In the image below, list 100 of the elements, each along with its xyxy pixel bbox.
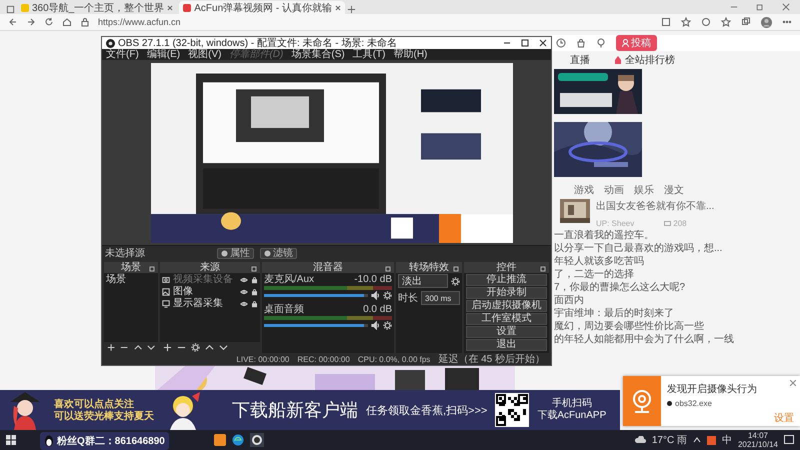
download-headline: 下载船新客户端 <box>232 399 358 422</box>
add-icon[interactable] <box>163 343 172 352</box>
article-link[interactable]: 了，二选一的选择 <box>554 269 796 280</box>
volume-slider[interactable] <box>264 324 368 327</box>
browser-tab[interactable]: 360导航_一个主页，整个世界 <box>17 1 178 14</box>
window-title: OBS 27.1.1 (32-bit, windows) - 配置文件: 未命名 - 场景: 未命名 <box>118 36 397 49</box>
uploader-name: UP: Sheev <box>596 219 634 228</box>
nav-link[interactable]: 全站排行榜 <box>625 53 675 67</box>
menu-item[interactable]: 场景集合(S) <box>291 49 345 60</box>
source-type-icon[interactable] <box>162 288 170 296</box>
dock-header: 转场特效 <box>396 262 462 273</box>
scene-item[interactable]: 场景 <box>106 274 156 285</box>
chevron-up-icon[interactable] <box>692 437 701 443</box>
undock-icon[interactable] <box>540 266 546 272</box>
forward-icon[interactable] <box>26 17 36 27</box>
speaker-icon[interactable] <box>371 291 380 300</box>
restore-icon[interactable] <box>756 3 764 11</box>
home-icon[interactable] <box>62 17 72 27</box>
profile-avatar[interactable] <box>761 16 772 28</box>
article-link[interactable]: 面西内 <box>554 295 796 306</box>
undock-icon[interactable] <box>149 266 155 272</box>
filters-button[interactable]: 滤镜 <box>260 248 297 258</box>
weather-label[interactable]: 17°C 雨 <box>652 433 687 447</box>
category-tab[interactable]: 动画 <box>604 183 624 197</box>
visibility-icon[interactable] <box>240 288 248 296</box>
source-type-icon[interactable] <box>162 300 170 308</box>
settings-icon[interactable] <box>383 321 392 330</box>
status-text: 延迟（在 45 秒后开始） <box>438 352 545 366</box>
bag-icon[interactable] <box>576 38 586 48</box>
windows-icon[interactable] <box>6 435 16 445</box>
control-button[interactable]: 启动虚拟摄像机 <box>466 300 547 312</box>
add-icon[interactable] <box>107 343 116 352</box>
menu-item[interactable]: 帮助(H) <box>393 49 428 60</box>
notification-title: 发现开启摄像头行为 <box>667 382 758 396</box>
category-tab[interactable]: 娱乐 <box>634 183 654 197</box>
address-field[interactable]: https://www.acfun.cn <box>98 17 181 27</box>
new-tab-icon[interactable] <box>347 5 356 14</box>
collections-icon[interactable] <box>741 17 751 27</box>
settings-icon[interactable] <box>383 291 392 300</box>
category-tab[interactable]: 漫文 <box>664 183 684 197</box>
volume-slider[interactable] <box>264 294 368 297</box>
taskbar-clock[interactable]: 14:07 2021/10/14 <box>738 431 778 449</box>
dock-header: 混音器 <box>262 262 394 273</box>
lock-icon[interactable] <box>80 17 90 27</box>
scan-caption: 手机扫码 <box>552 398 592 410</box>
maximize-icon[interactable] <box>521 39 529 47</box>
close-icon[interactable] <box>539 39 547 47</box>
site-icon <box>21 4 29 12</box>
menu-item[interactable]: 编辑(E) <box>146 49 180 60</box>
speaker-icon[interactable] <box>371 321 380 330</box>
tray-app-icon[interactable] <box>706 436 716 444</box>
menu-item[interactable]: 文件(F) <box>106 49 139 60</box>
user-icon <box>622 39 629 47</box>
transition-select[interactable]: 淡出 <box>398 274 448 288</box>
close-icon[interactable] <box>335 4 342 10</box>
channel-name: 桌面音频 <box>264 304 304 315</box>
properties-button[interactable]: 属性 <box>217 248 254 258</box>
source-item[interactable]: 显示器采集 <box>173 298 237 309</box>
filter-icon <box>264 250 271 256</box>
lock-icon[interactable] <box>251 276 258 284</box>
move-down-icon[interactable] <box>219 343 228 352</box>
menu-item[interactable]: 视图(V) <box>188 49 222 60</box>
favorite-icon[interactable] <box>681 17 691 27</box>
browser-tab[interactable]: AcFun弹幕视频网 - 认真你就输 <box>179 1 346 14</box>
favorites-icon[interactable] <box>721 17 731 27</box>
menu-item[interactable]: 工具(T) <box>352 49 386 60</box>
task-caption: 任务领取金香蕉,扫码>>> <box>366 404 488 418</box>
input-method-indicator[interactable]: 中 <box>722 433 732 447</box>
obs-icon[interactable] <box>250 433 264 447</box>
comment-count: 208 <box>673 219 687 228</box>
upload-button[interactable]: 投稿 <box>616 35 657 51</box>
history-icon[interactable] <box>556 38 566 48</box>
article-title[interactable]: 出国女友爸爸就有你不靠... <box>596 199 714 213</box>
control-button[interactable]: 工作室模式 <box>466 313 547 325</box>
move-up-icon[interactable] <box>134 343 142 352</box>
pin-icon[interactable] <box>596 38 606 48</box>
visibility-icon[interactable] <box>240 276 248 284</box>
duration-field[interactable]: 300 ms <box>421 291 460 305</box>
lock-icon[interactable] <box>251 300 258 308</box>
control-button[interactable]: 退出 <box>466 339 547 351</box>
move-down-icon[interactable] <box>146 343 155 352</box>
control-button[interactable]: 停止推流 <box>466 274 547 286</box>
undock-icon[interactable] <box>453 266 459 272</box>
category-tab[interactable]: 游戏 <box>574 183 594 197</box>
lock-icon[interactable] <box>251 288 258 296</box>
control-button[interactable]: 开始录制 <box>466 287 547 299</box>
control-button[interactable]: 设置 <box>466 326 547 338</box>
visibility-icon[interactable] <box>240 300 248 308</box>
reload-icon[interactable] <box>44 17 54 27</box>
move-up-icon[interactable] <box>205 343 214 352</box>
settings-icon[interactable] <box>191 343 200 352</box>
comment-icon <box>664 220 672 226</box>
undock-icon[interactable] <box>385 266 391 272</box>
article-link[interactable]: 的年轻人如能都用中会为了什么啊，一线 <box>554 334 796 345</box>
nav-link[interactable]: 直播 <box>570 53 590 67</box>
settings-icon[interactable] <box>451 276 460 286</box>
back-icon[interactable] <box>8 17 18 27</box>
undock-icon[interactable] <box>251 266 257 272</box>
source-item[interactable]: 图像 <box>173 286 237 297</box>
source-type-icon[interactable] <box>162 276 170 284</box>
